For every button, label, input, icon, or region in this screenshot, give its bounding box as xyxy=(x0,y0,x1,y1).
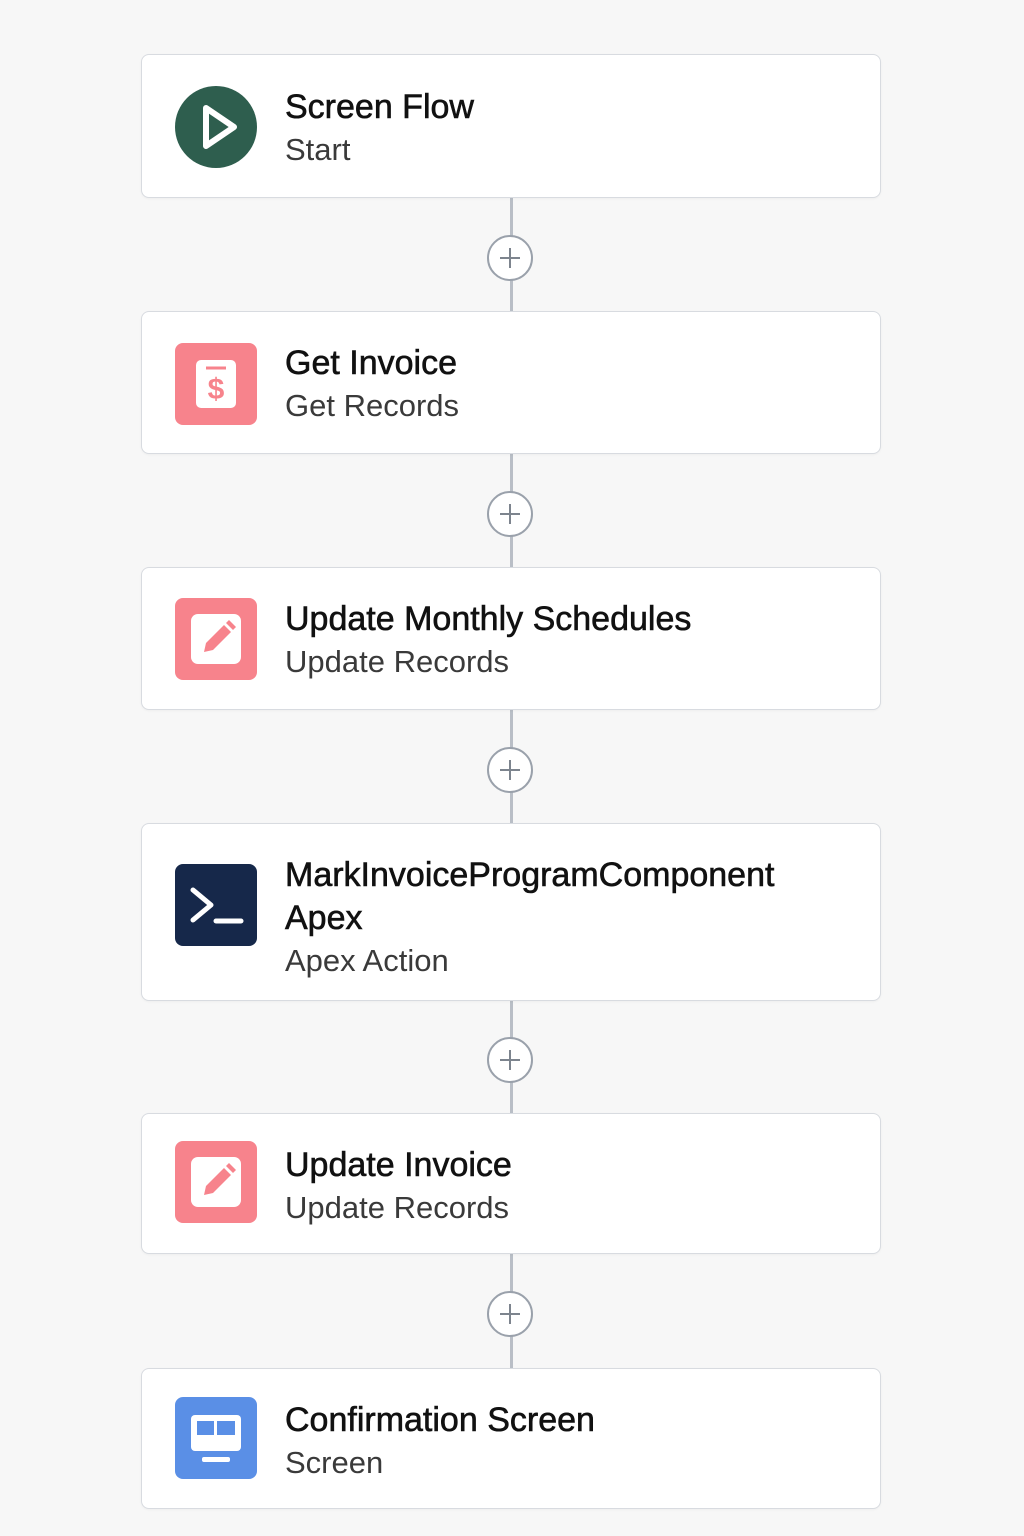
plus-icon xyxy=(500,248,520,268)
svg-text:$: $ xyxy=(208,373,225,406)
flow-canvas: Screen Flow Start $ Get Invoice Get Reco… xyxy=(0,0,1024,1536)
edit-icon xyxy=(175,1141,257,1223)
node-title: MarkInvoiceProgramComponent Apex xyxy=(285,856,775,938)
flow-node-update-monthly-schedules[interactable]: Update Monthly Schedules Update Records xyxy=(141,567,881,710)
play-icon xyxy=(175,86,257,168)
flow-node-apex-action[interactable]: MarkInvoiceProgramComponent Apex Apex Ac… xyxy=(141,823,881,1001)
flow-node-confirmation-screen[interactable]: Confirmation Screen Screen xyxy=(141,1368,881,1509)
node-title: Confirmation Screen xyxy=(285,1401,596,1440)
plus-icon xyxy=(500,1304,520,1324)
node-type-label: Update Records xyxy=(285,1190,510,1225)
node-type-label: Screen xyxy=(285,1445,384,1480)
add-element-button[interactable] xyxy=(487,491,533,537)
node-type-label: Update Records xyxy=(285,644,510,679)
node-type-label: Get Records xyxy=(285,388,460,423)
node-title: Update Monthly Schedules xyxy=(285,600,692,639)
edit-icon xyxy=(175,598,257,680)
flow-node-get-invoice[interactable]: $ Get Invoice Get Records xyxy=(141,311,881,454)
add-element-button[interactable] xyxy=(487,747,533,793)
dollar-document-icon: $ xyxy=(175,343,257,425)
node-title: Update Invoice xyxy=(285,1146,512,1185)
apex-terminal-icon xyxy=(175,864,257,946)
plus-icon xyxy=(500,504,520,524)
plus-icon xyxy=(500,1050,520,1070)
node-type-label: Apex Action xyxy=(285,943,449,978)
node-type-label: Start xyxy=(285,132,351,167)
flow-node-update-invoice[interactable]: Update Invoice Update Records xyxy=(141,1113,881,1254)
node-title: Get Invoice xyxy=(285,344,458,383)
add-element-button[interactable] xyxy=(487,1037,533,1083)
add-element-button[interactable] xyxy=(487,235,533,281)
plus-icon xyxy=(500,760,520,780)
add-element-button[interactable] xyxy=(487,1291,533,1337)
screen-icon xyxy=(175,1397,257,1479)
node-title: Screen Flow xyxy=(285,88,475,127)
flow-node-start[interactable]: Screen Flow Start xyxy=(141,54,881,198)
